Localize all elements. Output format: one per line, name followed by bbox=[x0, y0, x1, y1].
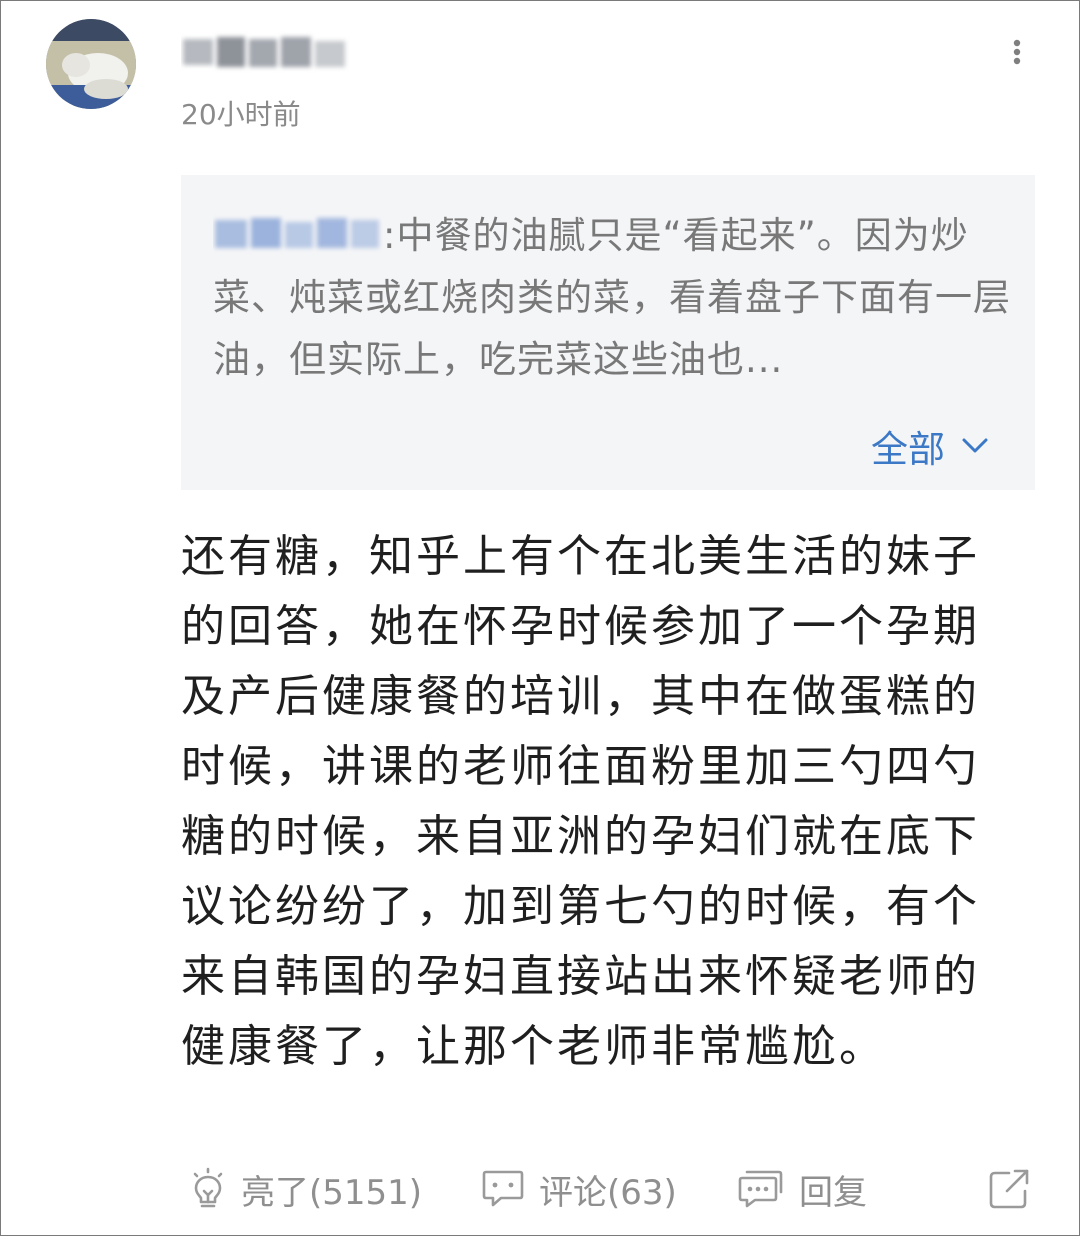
post-card: 20小时前:中餐的油腻只是“看起来”。因为炒菜、炖菜或红烧肉类的菜，看着盘子下… bbox=[0, 0, 1080, 1236]
username-blurred[interactable] bbox=[181, 31, 351, 75]
comment-icon bbox=[482, 1170, 524, 1207]
chevron-down-icon bbox=[962, 438, 988, 453]
post-body-text: 还有糖，知乎上有个在北美生活的妹子的回答，她在怀孕时候参加了一个孕期及产后健康餐… bbox=[181, 531, 980, 1072]
action-bar: 亮了(5151) 评论(63) 回复 bbox=[1, 1159, 1080, 1219]
quoted-comment-text-block: :中餐的油腻只是“看起来”。因为炒菜、炖菜或红烧肉类的菜，看着盘子下面有一层油，… bbox=[213, 205, 1013, 391]
quote-separator: : bbox=[383, 214, 397, 257]
post-timestamp: 20小时前 bbox=[181, 98, 301, 131]
quoted-author-blurred[interactable] bbox=[213, 214, 383, 254]
share-icon bbox=[989, 1169, 1029, 1209]
comment-button[interactable]: 评论(63) bbox=[481, 1159, 677, 1219]
quoted-comment[interactable]: :中餐的油腻只是“看起来”。因为炒菜、炖菜或红烧肉类的菜，看着盘子下面有一层油，… bbox=[181, 175, 1035, 490]
avatar[interactable] bbox=[46, 19, 136, 109]
reply-button[interactable]: 回复 bbox=[737, 1159, 867, 1219]
like-label: 亮了(5151) bbox=[241, 1172, 423, 1213]
reply-label: 回复 bbox=[799, 1172, 867, 1213]
expand-label: 全部 bbox=[871, 428, 945, 471]
reply-icon bbox=[738, 1170, 783, 1208]
share-button[interactable] bbox=[987, 1159, 1035, 1219]
more-vertical-icon[interactable] bbox=[1005, 37, 1029, 77]
avatar-image bbox=[46, 19, 136, 109]
comment-label: 评论(63) bbox=[539, 1172, 677, 1213]
expand-full-button[interactable]: 全部 bbox=[871, 419, 989, 473]
lightbulb-icon bbox=[193, 1167, 223, 1208]
like-button[interactable]: 亮了(5151) bbox=[189, 1159, 422, 1219]
